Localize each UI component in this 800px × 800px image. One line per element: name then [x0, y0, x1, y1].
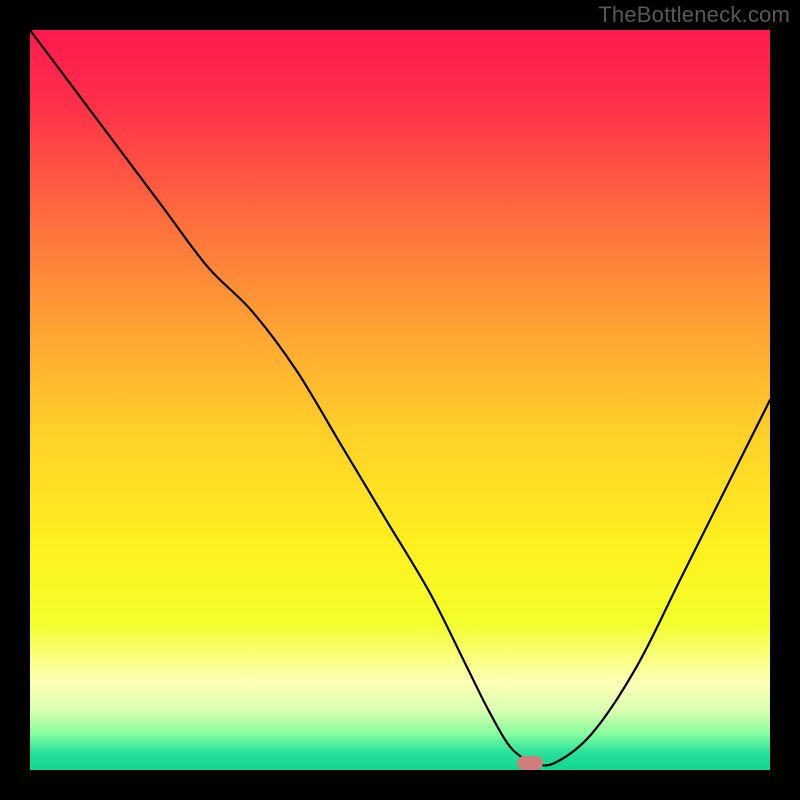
bottleneck-curve: [30, 30, 770, 765]
curve-layer: [30, 30, 770, 770]
min-marker: [517, 756, 543, 770]
plot-area: [30, 30, 770, 770]
chart-frame: TheBottleneck.com: [0, 0, 800, 800]
watermark-text: TheBottleneck.com: [598, 2, 790, 28]
